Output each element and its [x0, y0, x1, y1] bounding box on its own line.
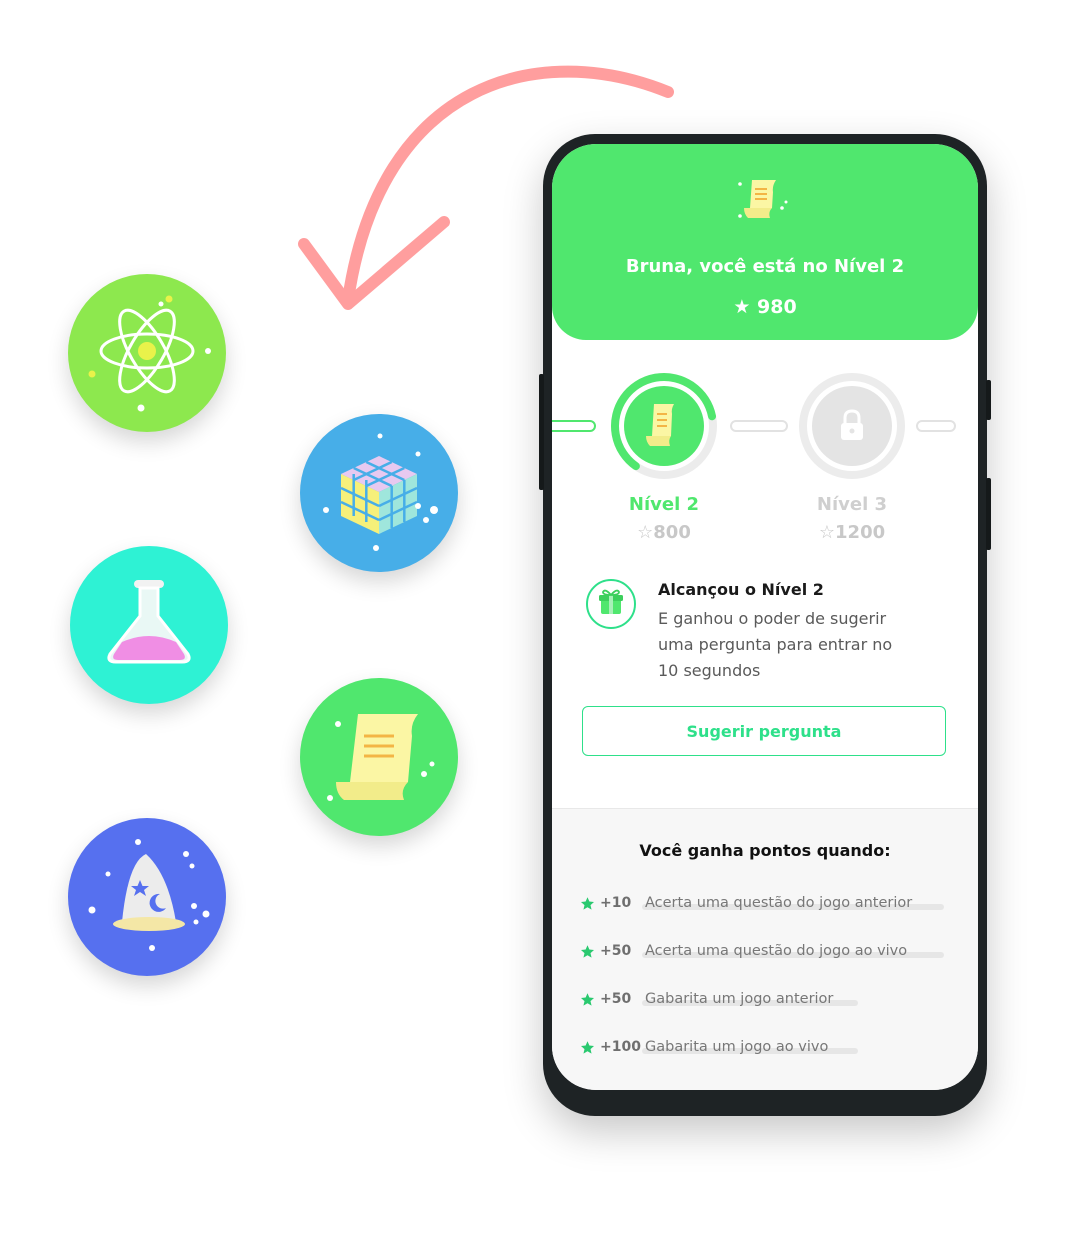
score-value: 980	[757, 296, 797, 318]
points-rule: +50 Acerta uma questão do jogo ao vivo	[580, 943, 950, 963]
star-outline-icon: ☆	[818, 522, 836, 543]
reward-description: E ganhou o poder de sugerir uma pergunta…	[658, 609, 893, 680]
points-rule: +50 Gabarita um jogo anterior	[580, 991, 950, 1011]
star-icon	[580, 1040, 595, 1059]
wizard-badge	[68, 818, 226, 976]
rule-description: Gabarita um jogo ao vivo	[645, 1039, 829, 1055]
track-connector	[730, 420, 788, 432]
phone-frame: Bruna, você está no Nível 2 ★ 980 Nível …	[539, 134, 991, 1116]
gift-icon	[586, 579, 636, 629]
level-2-node[interactable]	[608, 370, 720, 482]
level-2-label: Nível 2	[628, 494, 700, 515]
rule-points: +100	[600, 1039, 641, 1055]
earn-points-section: Você ganha pontos quando: +10 Acerta uma…	[552, 808, 978, 1090]
suggest-question-button[interactable]: Sugerir pergunta	[582, 706, 946, 756]
level-2-points: ☆800	[637, 522, 691, 543]
points-rule: +100 Gabarita um jogo ao vivo	[580, 1039, 950, 1059]
rule-description: Acerta uma questão do jogo anterior	[645, 895, 913, 911]
star-icon	[580, 944, 595, 963]
star-outline-icon: ☆	[637, 522, 654, 543]
track-connector	[916, 420, 956, 432]
rule-description: Acerta uma questão do jogo ao vivo	[645, 943, 908, 959]
level-title: Bruna, você está no Nível 2	[625, 256, 905, 277]
rubiks-cube-icon	[323, 433, 438, 551]
score-row: ★ 980	[552, 296, 978, 318]
scroll-icon	[327, 714, 435, 801]
atom-badge	[68, 274, 226, 432]
scroll-badge	[300, 678, 458, 836]
level-3-node[interactable]	[796, 370, 908, 482]
app-screen: Bruna, você está no Nível 2 ★ 980 Nível …	[552, 144, 978, 1090]
phone-volume-button	[986, 380, 991, 420]
level-3-points: ☆1200	[818, 522, 886, 543]
scroll-icon	[738, 180, 788, 218]
points-rule: +10 Acerta uma questão do jogo anterior	[580, 895, 950, 915]
flask-badge	[70, 546, 228, 704]
phone-power-button	[986, 478, 991, 550]
level-header: Bruna, você está no Nível 2 ★ 980	[552, 144, 978, 340]
atom-icon	[88, 295, 211, 412]
phone-side-button	[539, 374, 544, 490]
rule-description: Gabarita um jogo anterior	[645, 991, 834, 1007]
rule-points: +10	[600, 895, 632, 911]
reward-title: Alcançou o Nível 2	[658, 580, 824, 599]
rule-points: +50	[600, 943, 632, 959]
flask-icon	[107, 580, 191, 664]
cube-badge	[300, 414, 458, 572]
rule-points: +50	[600, 991, 632, 1007]
level-3-label: Nível 3	[816, 494, 888, 515]
earn-points-title: Você ganha pontos quando:	[639, 841, 891, 860]
star-icon	[580, 992, 595, 1011]
track-connector	[552, 420, 596, 432]
wizard-hat-icon	[88, 839, 210, 951]
star-icon	[580, 896, 595, 915]
level-track: Nível 2 ☆800 Nível 3 ☆1200	[552, 370, 978, 543]
star-icon: ★	[733, 296, 751, 318]
